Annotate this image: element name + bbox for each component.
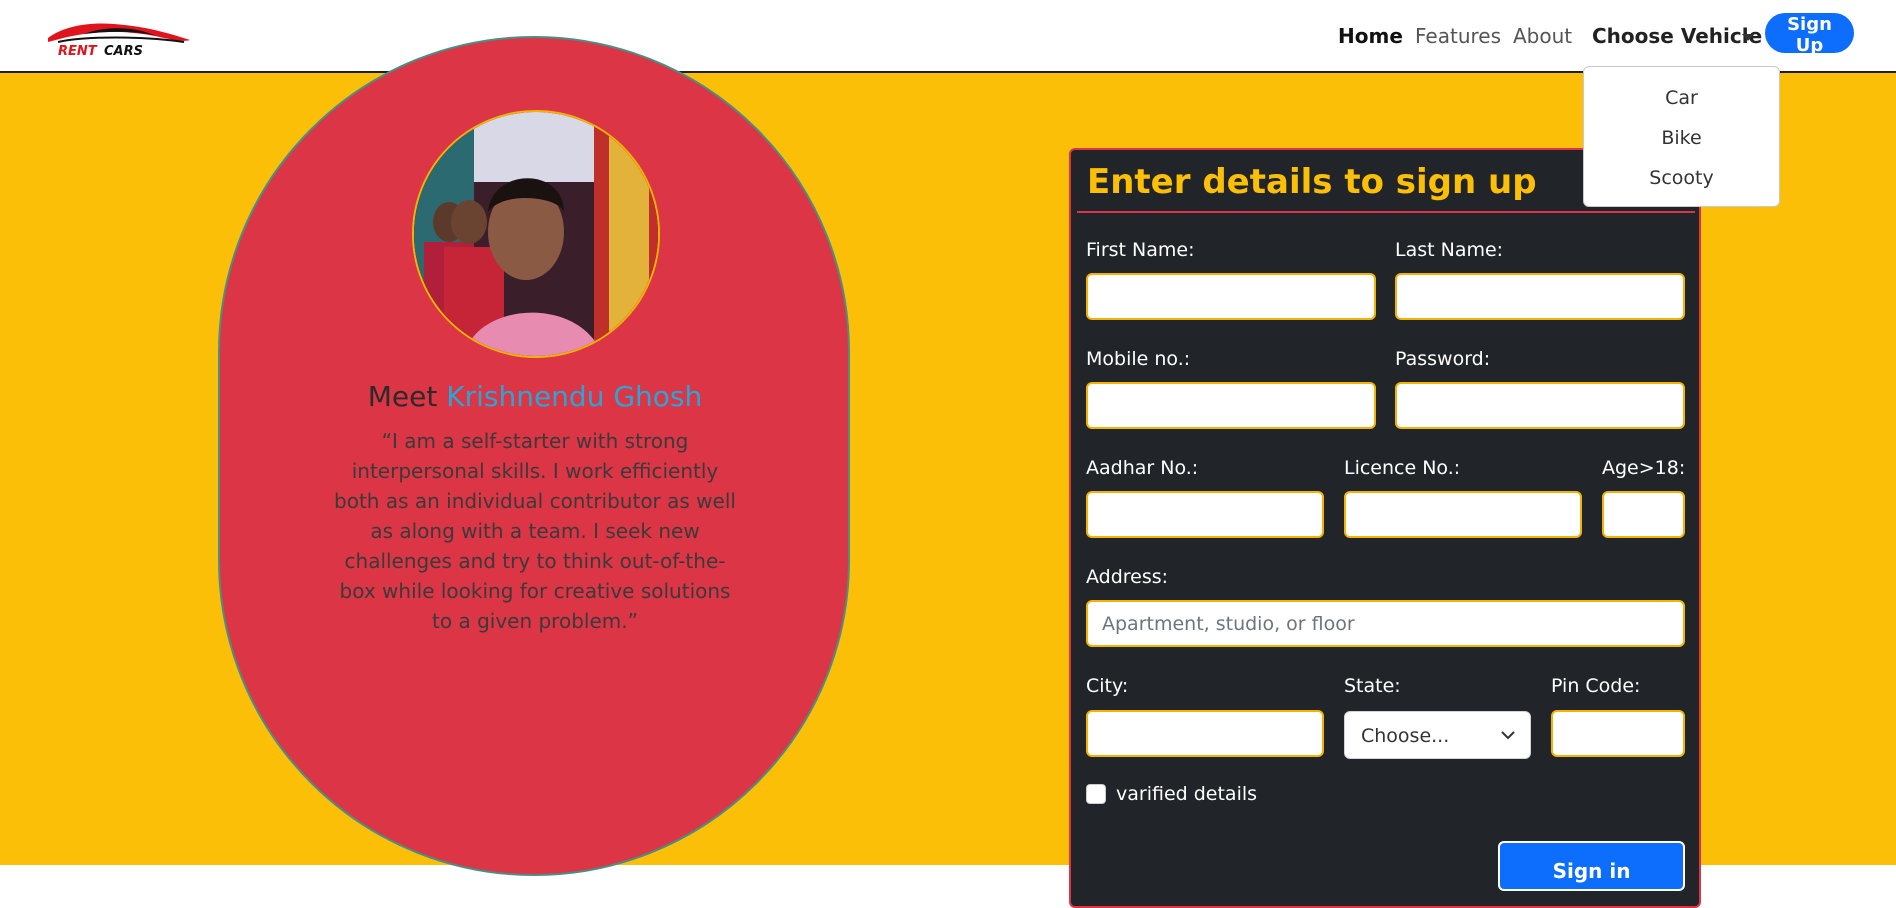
last-name-label: Last Name: (1395, 239, 1504, 261)
caret-down-icon[interactable] (1742, 34, 1754, 41)
mobile-label: Mobile no.: (1086, 348, 1191, 370)
signup-button[interactable]: Sign Up (1765, 13, 1854, 56)
licence-input[interactable] (1344, 491, 1582, 538)
profile-quote: “I am a self-starter with strong interpe… (334, 429, 736, 633)
profile-name: Krishnendu Ghosh (446, 380, 703, 413)
dropdown-item-car[interactable]: Car (1584, 87, 1779, 109)
first-name-input[interactable] (1086, 273, 1376, 320)
navbar: RENT CARS Home Features About Choose Veh… (0, 0, 1896, 73)
first-name-label: First Name: (1086, 239, 1195, 261)
nav-features-link[interactable]: Features (1415, 24, 1501, 48)
svg-text:CARS: CARS (104, 44, 143, 58)
rent-cars-logo[interactable]: RENT CARS (44, 18, 194, 58)
profile-heading: Meet Krishnendu Ghosh (300, 380, 770, 413)
nav-choose-vehicle-dropdown[interactable]: Choose Vehicle (1592, 24, 1762, 48)
signin-button[interactable]: Sign in (1498, 841, 1685, 891)
nav-home-link[interactable]: Home (1338, 24, 1403, 48)
last-name-input[interactable] (1395, 273, 1685, 320)
aadhar-label: Aadhar No.: (1086, 457, 1199, 479)
password-input[interactable] (1395, 382, 1685, 429)
licence-label: Licence No.: (1344, 457, 1461, 479)
city-label: City: (1086, 675, 1129, 697)
pin-code-input[interactable] (1551, 710, 1685, 757)
verified-details-label: varified details (1116, 783, 1258, 805)
state-label: State: (1344, 675, 1401, 697)
address-input[interactable] (1086, 600, 1685, 647)
address-label: Address: (1086, 566, 1169, 588)
vehicle-dropdown-menu: Car Bike Scooty (1583, 66, 1780, 207)
svg-text:RENT: RENT (58, 44, 98, 58)
state-select-value: Choose... (1361, 725, 1450, 747)
verified-details-checkbox[interactable] (1086, 784, 1106, 804)
profile-avatar (412, 110, 660, 358)
dropdown-item-bike[interactable]: Bike (1584, 127, 1779, 149)
form-divider (1077, 211, 1695, 213)
state-select[interactable]: Choose... (1344, 711, 1531, 759)
mobile-input[interactable] (1086, 382, 1376, 429)
chevron-down-icon (1501, 731, 1515, 740)
password-label: Password: (1395, 348, 1491, 370)
form-title: Enter details to sign up (1087, 162, 1537, 202)
pin-label: Pin Code: (1551, 675, 1641, 697)
age-label: Age>18: (1602, 457, 1686, 479)
meet-prefix: Meet (367, 380, 438, 413)
age-input[interactable] (1602, 491, 1685, 538)
dropdown-item-scooty[interactable]: Scooty (1584, 167, 1779, 189)
nav-about-link[interactable]: About (1513, 24, 1572, 48)
city-input[interactable] (1086, 710, 1324, 757)
aadhar-input[interactable] (1086, 491, 1324, 538)
